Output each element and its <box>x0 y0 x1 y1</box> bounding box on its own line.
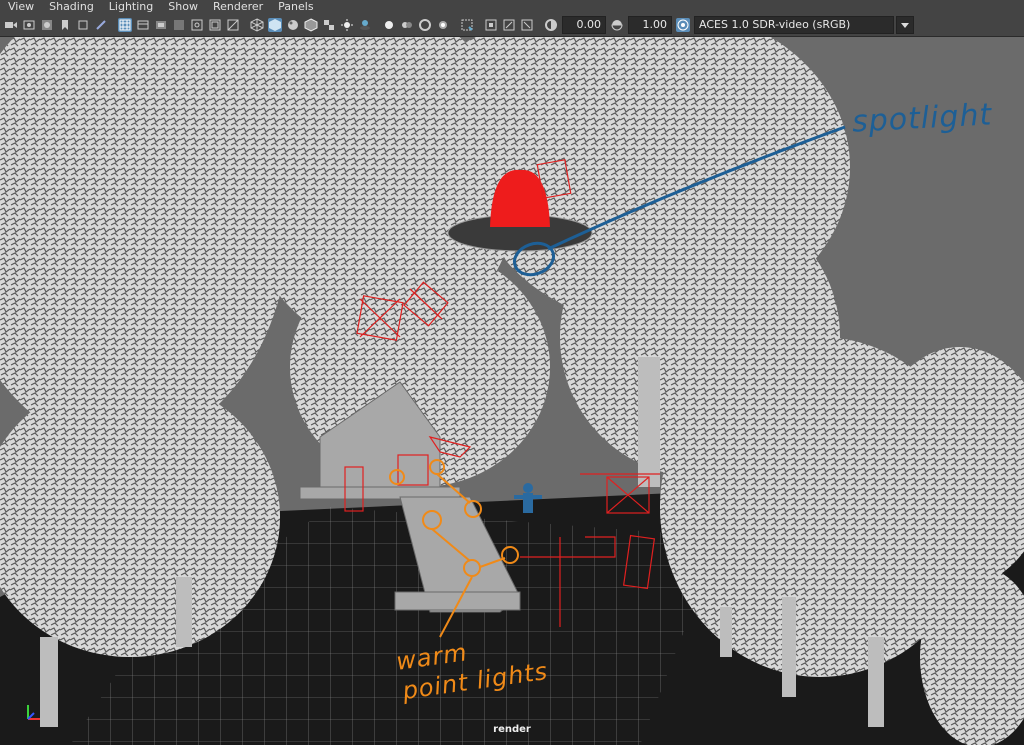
image-plane-icon[interactable] <box>40 18 54 32</box>
menu-show[interactable]: Show <box>160 0 198 14</box>
camera-name-label: render <box>493 724 531 735</box>
spotlight-annotation: spotlight <box>851 97 994 140</box>
exposure-field[interactable]: 0.00 <box>562 16 606 34</box>
depth-of-field-icon[interactable] <box>436 18 450 32</box>
lights-icon[interactable] <box>340 18 354 32</box>
camera-attributes-icon[interactable] <box>22 18 36 32</box>
anti-aliasing-icon[interactable] <box>418 18 432 32</box>
menu-panels[interactable]: Panels <box>270 0 313 14</box>
grid-icon[interactable] <box>118 18 132 32</box>
camera-icon[interactable] <box>4 18 18 32</box>
exposure-icon[interactable] <box>544 18 558 32</box>
safe-action-icon[interactable] <box>208 18 222 32</box>
bookmark-icon[interactable] <box>58 18 72 32</box>
color-space-dropdown[interactable]: ACES 1.0 SDR-video (sRGB) <box>694 16 894 34</box>
xray-joints-icon[interactable] <box>502 18 516 32</box>
shadows-icon[interactable] <box>358 18 372 32</box>
viewport-3d[interactable]: spotlight warm point lights render <box>0 37 1024 745</box>
isolate-icon[interactable] <box>460 18 474 32</box>
field-chart-icon[interactable] <box>190 18 204 32</box>
menu-view[interactable]: View <box>0 0 34 14</box>
wireframe-on-shaded-icon[interactable] <box>304 18 318 32</box>
viewport-menubar: View Shading Lighting Show Renderer Pane… <box>0 0 1024 14</box>
grease-pencil-icon[interactable] <box>94 18 108 32</box>
textured-icon[interactable] <box>286 18 300 32</box>
gamma-field[interactable]: 1.00 <box>628 16 672 34</box>
menu-renderer[interactable]: Renderer <box>205 0 263 14</box>
screen-space-ao-icon[interactable] <box>382 18 396 32</box>
wireframe-icon[interactable] <box>250 18 264 32</box>
motion-blur-icon[interactable] <box>400 18 414 32</box>
gamma-icon[interactable] <box>610 18 624 32</box>
axis-gizmo-icon <box>27 705 40 720</box>
gate-mask-icon[interactable] <box>172 18 186 32</box>
menu-lighting[interactable]: Lighting <box>101 0 153 14</box>
resolution-gate-icon[interactable] <box>154 18 168 32</box>
two-d-pan-icon[interactable] <box>76 18 90 32</box>
menu-shading[interactable]: Shading <box>41 0 94 14</box>
chevron-down-icon[interactable] <box>896 16 914 34</box>
xray-icon[interactable] <box>484 18 498 32</box>
safe-title-icon[interactable] <box>226 18 240 32</box>
scene-render <box>0 37 1024 745</box>
checker-icon[interactable] <box>322 18 336 32</box>
shaded-icon[interactable] <box>268 18 282 32</box>
color-management-icon[interactable] <box>676 18 690 32</box>
viewport-toolbar: 0.00 1.00 ACES 1.0 SDR-video (sRGB) <box>0 14 1024 37</box>
film-gate-icon[interactable] <box>136 18 150 32</box>
xray-components-icon[interactable] <box>520 18 534 32</box>
